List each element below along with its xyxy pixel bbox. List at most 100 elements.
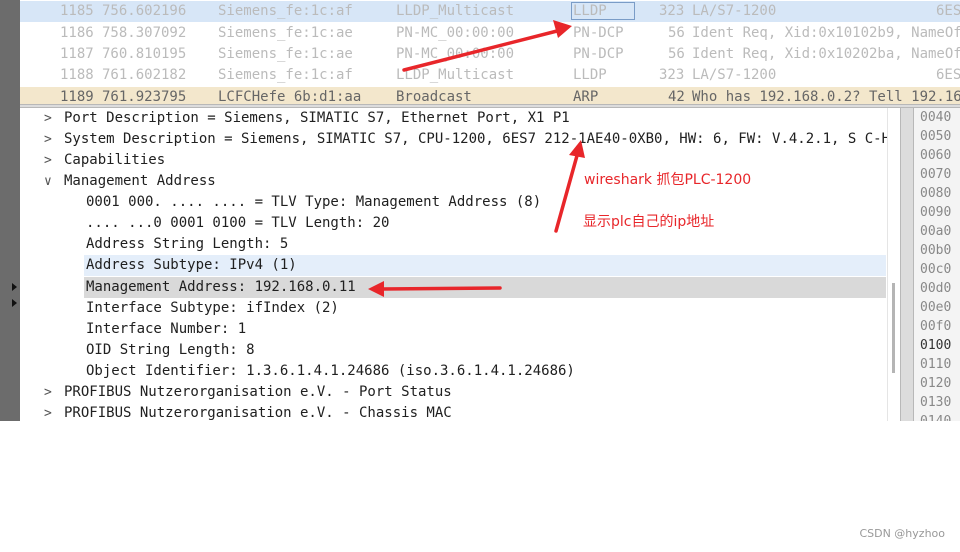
packet-info-trail: 6ES	[936, 67, 960, 83]
packet-time: 760.810195	[102, 46, 187, 62]
scrollbar-thumb[interactable]	[892, 283, 895, 373]
expand-arrow-icon[interactable]: >	[44, 382, 58, 403]
tree-item-oid-string-length[interactable]: OID String Length: 8	[20, 340, 886, 361]
expand-arrow-icon[interactable]: >	[44, 150, 58, 171]
packet-row[interactable]: 1187 760.810195 Siemens_fe:1c:ae PN-MC_0…	[20, 44, 960, 65]
hex-offset: 0090	[920, 205, 952, 220]
packet-info: LA/S7-1200	[692, 67, 777, 83]
details-scrollbar[interactable]	[887, 108, 901, 421]
annotation-note: 显示plc自己的ip地址	[583, 214, 715, 230]
tree-item-label: Address String Length: 5	[86, 236, 289, 252]
collapse-arrow-icon[interactable]: ∨	[44, 171, 58, 192]
packet-destination: PN-MC_00:00:00	[396, 46, 515, 62]
expand-arrow-icon[interactable]: >	[44, 108, 58, 129]
packet-protocol: PN-DCP	[573, 46, 624, 62]
hex-offset: 0130	[920, 395, 952, 410]
packet-time: 758.307092	[102, 25, 187, 41]
hex-offset: 0100	[920, 338, 952, 353]
packet-number: 1188	[60, 67, 94, 83]
tree-item-label: PROFIBUS Nutzerorganisation e.V. - Port …	[64, 384, 452, 400]
hex-offset: 0070	[920, 167, 952, 182]
packet-time: 761.923795	[102, 89, 187, 104]
packet-destination: LLDP_Multicast	[396, 3, 515, 19]
packet-protocol: LLDP	[573, 3, 607, 19]
hex-offset: 0140	[920, 412, 951, 421]
tree-item-tlv-length[interactable]: .... ...0 0001 0100 = TLV Length: 20	[20, 213, 886, 234]
tree-item-tlv-type[interactable]: 0001 000. .... .... = TLV Type: Manageme…	[20, 192, 886, 213]
expand-marker-icon	[12, 283, 17, 291]
packet-row[interactable]: 1189 761.923795 LCFCHefe_6b:d1:aa Broadc…	[20, 87, 960, 104]
packet-row[interactable]: 1188 761.602182 Siemens_fe:1c:af LLDP_Mu…	[20, 65, 960, 86]
blank-area: CSDN @hyzhoo	[0, 421, 960, 552]
tree-item-label: PROFIBUS Nutzerorganisation e.V. - Chass…	[64, 405, 452, 421]
hex-offset: 00c0	[920, 262, 952, 277]
tree-item-interface-number[interactable]: Interface Number: 1	[20, 319, 886, 340]
packet-info: Ident Req, Xid:0x10102b9, NameOf	[692, 25, 960, 41]
hex-offset: 00f0	[920, 319, 952, 334]
packet-details-tree: > Port Description = Siemens, SIMATIC S7…	[20, 108, 900, 421]
hex-offset: 00d0	[920, 281, 952, 296]
packet-source: LCFCHefe_6b:d1:aa	[218, 89, 362, 104]
tree-item-capabilities[interactable]: > Capabilities	[20, 150, 886, 171]
packet-row[interactable]: 1185 756.602196 Siemens_fe:1c:af LLDP_Mu…	[20, 1, 960, 22]
packet-length: 42	[668, 89, 685, 104]
pane-splitter-vertical[interactable]	[900, 108, 914, 421]
hex-offset: 00b0	[920, 243, 952, 258]
packet-length: 56	[668, 25, 685, 41]
packet-info: LA/S7-1200	[692, 3, 777, 19]
packet-source: Siemens_fe:1c:ae	[218, 25, 353, 41]
tree-item-management-address-value[interactable]: Management Address: 192.168.0.11	[20, 277, 886, 298]
packet-info-trail: 6ES	[936, 3, 960, 19]
tree-item-label: .... ...0 0001 0100 = TLV Length: 20	[86, 215, 390, 231]
packet-destination: Broadcast	[396, 89, 472, 104]
hex-offset: 00a0	[920, 224, 952, 239]
tree-item-label: OID String Length: 8	[86, 342, 255, 358]
packet-number: 1189	[60, 89, 94, 104]
wireshark-window: 1185 756.602196 Siemens_fe:1c:af LLDP_Mu…	[0, 0, 960, 421]
annotation-note: wireshark 抓包PLC-1200	[584, 172, 752, 188]
tree-item-management-address[interactable]: ∨ Management Address	[20, 171, 886, 192]
packet-length: 323	[659, 67, 685, 83]
tree-item-label: Address Subtype: IPv4 (1)	[86, 257, 297, 273]
tree-item-label: Port Description = Siemens, SIMATIC S7, …	[64, 110, 570, 126]
tree-item-port-description[interactable]: > Port Description = Siemens, SIMATIC S7…	[20, 108, 886, 129]
gutter-marks	[12, 283, 18, 315]
packet-number: 1186	[60, 25, 94, 41]
hex-offset: 00e0	[920, 300, 952, 315]
hex-offset: 0040	[920, 110, 952, 125]
tree-item-address-string-length[interactable]: Address String Length: 5	[20, 234, 886, 255]
packet-length: 56	[668, 46, 685, 62]
packet-row[interactable]: 1186 758.307092 Siemens_fe:1c:ae PN-MC_0…	[20, 23, 960, 44]
tree-item-system-description[interactable]: > System Description = Siemens, SIMATIC …	[20, 129, 890, 150]
packet-info: Ident Req, Xid:0x10202ba, NameOf	[692, 46, 960, 62]
packet-source: Siemens_fe:1c:ae	[218, 46, 353, 62]
tree-item-label: Management Address: 192.168.0.11	[86, 279, 356, 295]
tree-item-label: Capabilities	[64, 152, 166, 168]
hex-offset: 0060	[920, 148, 952, 163]
packet-protocol: PN-DCP	[573, 25, 624, 41]
tree-item-label: System Description = Siemens, SIMATIC S7…	[64, 131, 891, 147]
watermark: CSDN @hyzhoo	[859, 527, 945, 540]
tree-item-interface-subtype[interactable]: Interface Subtype: ifIndex (2)	[20, 298, 886, 319]
packet-source: Siemens_fe:1c:af	[218, 3, 353, 19]
tree-item-object-identifier[interactable]: Object Identifier: 1.3.6.1.4.1.24686 (is…	[20, 361, 886, 382]
tree-item-label: Object Identifier: 1.3.6.1.4.1.24686 (is…	[86, 363, 575, 379]
packet-source: Siemens_fe:1c:af	[218, 67, 353, 83]
expand-arrow-icon[interactable]: >	[44, 129, 58, 150]
tree-item-label: Interface Subtype: ifIndex (2)	[86, 300, 339, 316]
tree-item-profibus-port-status[interactable]: > PROFIBUS Nutzerorganisation e.V. - Por…	[20, 382, 886, 403]
tree-item-profibus-chassis-mac[interactable]: > PROFIBUS Nutzerorganisation e.V. - Cha…	[20, 403, 886, 421]
packet-time: 761.602182	[102, 67, 187, 83]
expand-arrow-icon[interactable]: >	[44, 403, 58, 421]
hex-offset: 0120	[920, 376, 952, 391]
packet-info: Who has 192.168.0.2? Tell 192.16	[692, 89, 960, 104]
tree-item-address-subtype[interactable]: Address Subtype: IPv4 (1)	[20, 255, 886, 276]
packet-time: 756.602196	[102, 3, 187, 19]
hex-offset: 0080	[920, 186, 952, 201]
packet-list: 1185 756.602196 Siemens_fe:1c:af LLDP_Mu…	[20, 0, 960, 104]
packet-number: 1185	[60, 3, 94, 19]
tree-item-label: 0001 000. .... .... = TLV Type: Manageme…	[86, 194, 542, 210]
hex-dump-pane: 0040 0050 0060 0070 0080 0090 00a0 00b0 …	[914, 108, 960, 421]
left-gutter	[0, 0, 20, 421]
packet-length: 323	[659, 3, 685, 19]
